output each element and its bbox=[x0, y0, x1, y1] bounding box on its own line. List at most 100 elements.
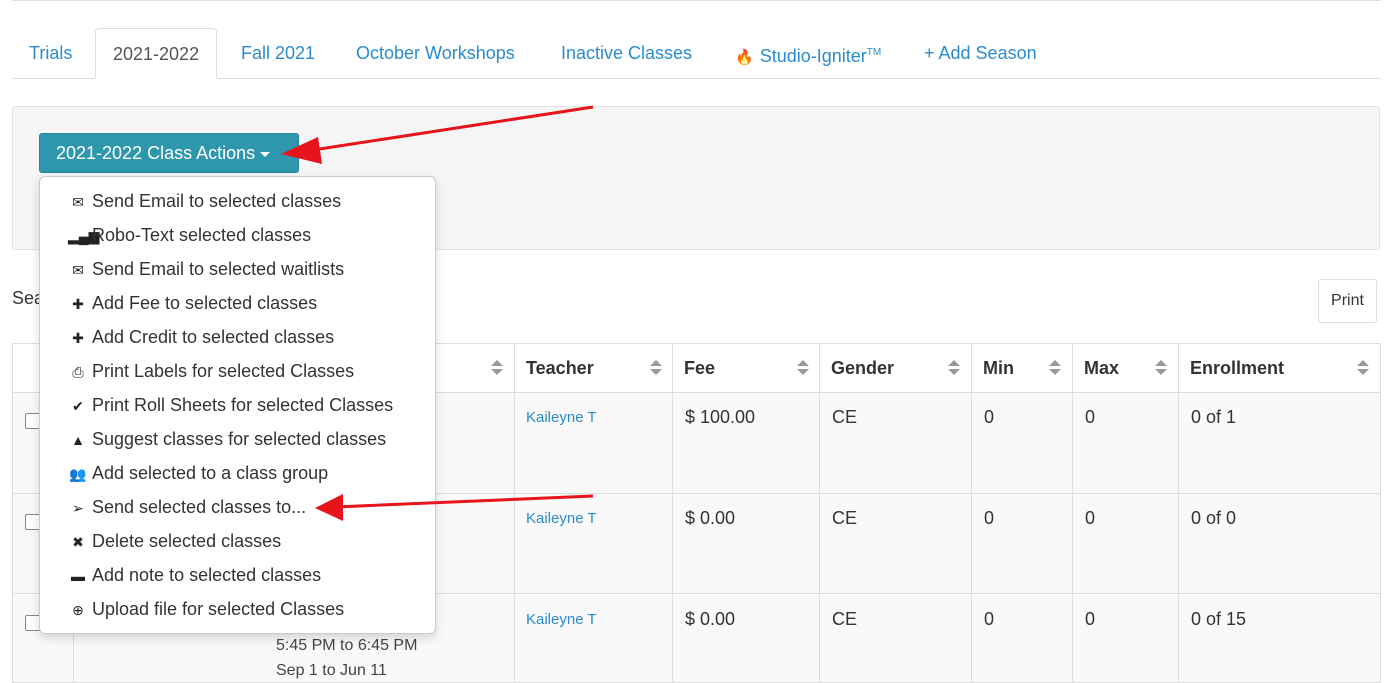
menu-item-add-credit[interactable]: ✚ Add Credit to selected classes bbox=[68, 320, 334, 354]
menu-item-upload-file[interactable]: ⊕ Upload file for selected Classes bbox=[68, 592, 344, 626]
menu-item-label: Add selected to a class group bbox=[92, 463, 329, 483]
tab-inactive-classes[interactable]: Inactive Classes bbox=[544, 28, 709, 78]
tab-label: Studio-Igniter bbox=[759, 46, 867, 66]
fee-cell: $ 0.00 bbox=[685, 508, 736, 528]
class-actions-menu: ✉ Send Email to selected classes ▂▄▆Robo-… bbox=[39, 176, 436, 634]
menu-item-print-roll-sheets[interactable]: ✔ Print Roll Sheets for selected Classes bbox=[68, 388, 393, 422]
gender-cell: CE bbox=[832, 609, 858, 629]
menu-item-label: Add note to selected classes bbox=[92, 565, 322, 585]
min-cell: 0 bbox=[984, 508, 995, 528]
comment-icon: ▬ bbox=[71, 568, 85, 584]
header-label: Teacher bbox=[526, 358, 594, 378]
menu-item-suggest-classes[interactable]: ▲ Suggest classes for selected classes bbox=[68, 422, 386, 456]
menu-item-add-note[interactable]: ▬ Add note to selected classes bbox=[68, 558, 321, 592]
enrollment-cell: 0 of 1 bbox=[1191, 407, 1237, 427]
min-cell: 0 bbox=[984, 609, 995, 629]
tab-fall-2021[interactable]: Fall 2021 bbox=[224, 28, 332, 78]
sort-icon[interactable] bbox=[797, 360, 809, 375]
gender-cell: CE bbox=[832, 508, 858, 528]
max-cell: 0 bbox=[1085, 508, 1096, 528]
class-dates: Sep 1 to Jun 11 bbox=[276, 662, 387, 679]
menu-item-email-waitlists[interactable]: ✉ Send Email to selected waitlists bbox=[68, 252, 344, 286]
print-button[interactable]: Print bbox=[1318, 279, 1377, 323]
menu-item-label: Suggest classes for selected classes bbox=[92, 429, 387, 449]
menu-item-send-email[interactable]: ✉ Send Email to selected classes bbox=[68, 184, 341, 218]
menu-item-add-fee[interactable]: ✚ Add Fee to selected classes bbox=[68, 286, 317, 320]
gender-cell: CE bbox=[832, 407, 858, 427]
header-enrollment[interactable]: Enrollment bbox=[1178, 344, 1382, 392]
top-divider bbox=[12, 0, 1381, 1]
column-divider bbox=[514, 344, 515, 682]
trademark-mark: TM bbox=[866, 47, 882, 58]
column-divider bbox=[1072, 344, 1073, 682]
class-time: 5:45 PM to 6:45 PM bbox=[276, 637, 418, 654]
tab-add-season[interactable]: + Add Season bbox=[907, 28, 1054, 78]
fee-cell: $ 100.00 bbox=[685, 407, 756, 427]
sort-icon[interactable] bbox=[491, 360, 503, 375]
enrollment-cell: 0 of 15 bbox=[1191, 609, 1247, 629]
sort-icon[interactable] bbox=[1049, 360, 1061, 375]
tab-studio-igniter[interactable]: 🔥 Studio-IgniterTM bbox=[718, 28, 898, 78]
class-actions-label: 2021-2022 Class Actions bbox=[56, 143, 256, 163]
menu-item-label: Upload file for selected Classes bbox=[92, 599, 345, 619]
tab-label: 2021-2022 bbox=[113, 44, 200, 64]
tab-october-workshops[interactable]: October Workshops bbox=[339, 28, 532, 78]
tab-label: Fall 2021 bbox=[241, 43, 316, 63]
teacher-link[interactable]: Kaileyne T bbox=[526, 409, 597, 426]
menu-item-label: Delete selected classes bbox=[92, 531, 282, 551]
column-divider bbox=[819, 344, 820, 682]
column-divider bbox=[672, 344, 673, 682]
menu-item-delete[interactable]: ✖ Delete selected classes bbox=[68, 524, 281, 558]
upload-icon: ⊕ bbox=[72, 602, 84, 618]
paper-plane-icon: ➢ bbox=[72, 500, 84, 516]
enrollment-cell: 0 of 0 bbox=[1191, 508, 1237, 528]
teacher-link[interactable]: Kaileyne T bbox=[526, 510, 597, 527]
envelope-icon: ✉ bbox=[72, 262, 84, 278]
menu-item-label: Send Email to selected waitlists bbox=[92, 259, 345, 279]
check-circle-icon: ✔ bbox=[72, 398, 84, 414]
column-divider bbox=[971, 344, 972, 682]
column-divider bbox=[1178, 344, 1179, 682]
signal-icon: ▂▄▆ bbox=[68, 228, 100, 244]
max-cell: 0 bbox=[1085, 407, 1096, 427]
header-label: Enrollment bbox=[1190, 358, 1285, 378]
fee-cell: $ 0.00 bbox=[685, 609, 736, 629]
tab-2021-2022[interactable]: 2021-2022 bbox=[95, 28, 218, 79]
plus-icon: ✚ bbox=[72, 296, 84, 312]
sort-icon[interactable] bbox=[948, 360, 960, 375]
plus-icon: ✚ bbox=[72, 330, 84, 346]
header-label: Gender bbox=[831, 358, 895, 378]
menu-item-robo-text[interactable]: ▂▄▆Robo-Text selected classes bbox=[68, 218, 311, 252]
tab-label: Inactive Classes bbox=[561, 43, 693, 63]
caret-down-icon bbox=[260, 151, 271, 157]
header-label: Max bbox=[1084, 358, 1120, 378]
menu-item-send-classes-to[interactable]: ➢ Send selected classes to... bbox=[68, 490, 306, 524]
print-icon: ⎙ bbox=[72, 364, 84, 380]
sort-icon[interactable] bbox=[1357, 360, 1369, 375]
fire-icon: 🔥 bbox=[735, 49, 754, 66]
min-cell: 0 bbox=[984, 407, 995, 427]
times-icon: ✖ bbox=[72, 534, 84, 550]
menu-item-label: Add Fee to selected classes bbox=[92, 293, 318, 313]
menu-item-label: Send Email to selected classes bbox=[92, 191, 342, 211]
road-icon: ▲ bbox=[71, 432, 85, 448]
tab-label: Trials bbox=[29, 43, 73, 63]
menu-item-label: Print Roll Sheets for selected Classes bbox=[92, 395, 394, 415]
tab-trials[interactable]: Trials bbox=[12, 28, 89, 78]
sort-icon[interactable] bbox=[650, 360, 662, 375]
tab-label: + Add Season bbox=[924, 43, 1037, 63]
header-label: Min bbox=[983, 358, 1014, 378]
menu-item-print-labels[interactable]: ⎙ Print Labels for selected Classes bbox=[68, 354, 354, 388]
menu-item-add-to-group[interactable]: 👥 Add selected to a class group bbox=[68, 456, 328, 490]
menu-item-label: Send selected classes to... bbox=[92, 497, 307, 517]
menu-item-label: Print Labels for selected Classes bbox=[92, 361, 355, 381]
class-actions-button[interactable]: 2021-2022 Class Actions bbox=[39, 133, 299, 173]
envelope-icon: ✉ bbox=[72, 194, 84, 210]
max-cell: 0 bbox=[1085, 609, 1096, 629]
menu-item-label: Add Credit to selected classes bbox=[92, 327, 335, 347]
header-label: Fee bbox=[684, 358, 716, 378]
tab-label: October Workshops bbox=[356, 43, 515, 63]
header-teacher[interactable]: Teacher bbox=[514, 344, 672, 392]
teacher-link[interactable]: Kaileyne T bbox=[526, 611, 597, 628]
sort-icon[interactable] bbox=[1155, 360, 1167, 375]
